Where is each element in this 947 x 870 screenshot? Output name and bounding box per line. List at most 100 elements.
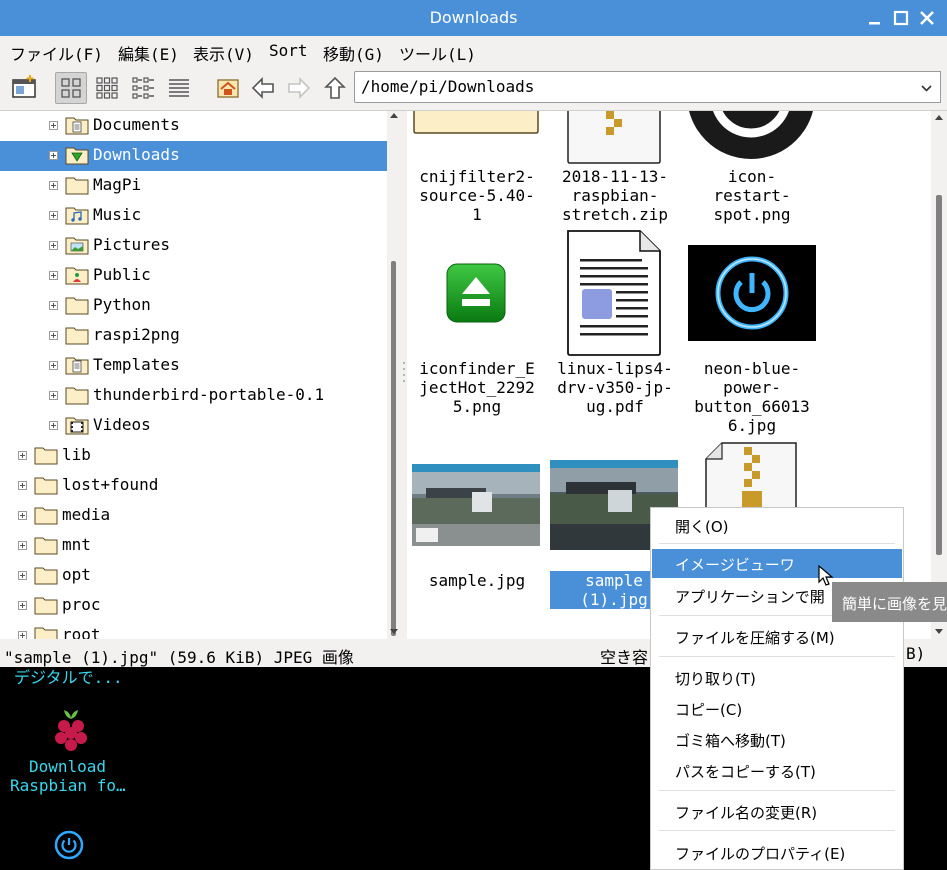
tree-item-raspi2png[interactable]: raspi2png: [0, 321, 387, 351]
menu-item-rename[interactable]: ファイル名の変更(R): [652, 797, 902, 826]
public-folder-icon: [65, 265, 89, 285]
file-label[interactable]: sample.jpg: [407, 571, 547, 590]
expand-toggle-icon[interactable]: [49, 391, 58, 400]
power-button-image-icon[interactable]: [688, 245, 816, 341]
expand-toggle-icon[interactable]: [49, 151, 58, 160]
tree-item-label: Public: [93, 265, 151, 284]
expand-toggle-icon[interactable]: [49, 121, 58, 130]
folder-icon: [65, 175, 89, 195]
forward-arrow-icon[interactable]: [283, 72, 315, 104]
menu-go[interactable]: 移動(G): [323, 41, 384, 65]
menu-edit[interactable]: 編集(E): [118, 41, 179, 65]
tree-item-label: lib: [62, 445, 91, 464]
restart-image-icon[interactable]: [687, 111, 815, 165]
thumbnail-view-icon[interactable]: [91, 72, 123, 104]
expand-toggle-icon[interactable]: [18, 511, 27, 520]
menu-file[interactable]: ファイル(F): [10, 41, 103, 65]
close-icon[interactable]: [918, 9, 936, 27]
power-icon[interactable]: [54, 830, 84, 860]
zip-archive-icon[interactable]: [566, 111, 662, 165]
eject-image-icon[interactable]: [446, 263, 506, 325]
tree-item-public[interactable]: Public: [0, 261, 387, 291]
grid-scrollbar[interactable]: [931, 111, 947, 639]
tree-item-music[interactable]: Music: [0, 201, 387, 231]
tree-item-opt[interactable]: opt: [0, 561, 387, 591]
menu-item-properties[interactable]: ファイルのプロパティ(E): [652, 838, 902, 867]
menu-item-cut[interactable]: 切り取り(T): [652, 663, 902, 692]
file-label[interactable]: linux-lips4- drv-v350-jp- ug.pdf: [545, 359, 685, 416]
tree-item-python[interactable]: Python: [0, 291, 387, 321]
list-view-icon[interactable]: [163, 72, 195, 104]
home-icon[interactable]: [212, 72, 244, 104]
tree-item-pictures[interactable]: Pictures: [0, 231, 387, 261]
tree-item-thunderbird-portable-0-1[interactable]: thunderbird-portable-0.1: [0, 381, 387, 411]
file-label[interactable]: icon- restart- spot.png: [682, 167, 822, 224]
tree-item-media[interactable]: media: [0, 501, 387, 531]
icon-view-icon[interactable]: [55, 72, 87, 104]
tree-item-mnt[interactable]: mnt: [0, 531, 387, 561]
pdf-document-icon[interactable]: [566, 229, 662, 357]
menu-item-compress[interactable]: ファイルを圧縮する(M): [652, 622, 902, 651]
folder-icon[interactable]: [412, 111, 540, 155]
desktop-raspbian-label-2: Raspbian fo…: [10, 776, 126, 795]
folder-icon: [34, 595, 58, 615]
expand-toggle-icon[interactable]: [18, 541, 27, 550]
file-label[interactable]: 2018-11-13- raspbian- stretch.zip: [545, 167, 685, 224]
directory-tree[interactable]: Documents Downloads MagPi Music Pictures Publ…: [0, 111, 387, 639]
tree-item-label: Documents: [93, 115, 180, 134]
file-label[interactable]: cnijfilter2- source-5.40- 1: [407, 167, 547, 224]
folder-icon: [65, 385, 89, 405]
file-label[interactable]: iconfinder_E jectHot_2292 5.png: [407, 359, 547, 416]
tree-item-templates[interactable]: Templates: [0, 351, 387, 381]
expand-toggle-icon[interactable]: [49, 301, 58, 310]
expand-toggle-icon[interactable]: [49, 181, 58, 190]
menu-item-open[interactable]: 開く(O): [652, 511, 902, 540]
tree-item-proc[interactable]: proc: [0, 591, 387, 621]
expand-toggle-icon[interactable]: [49, 271, 58, 280]
menu-item-copy-path[interactable]: パスをコピーする(T): [652, 756, 902, 785]
expand-toggle-icon[interactable]: [49, 331, 58, 340]
menu-item-image-viewer[interactable]: イメージビューワ: [652, 549, 902, 578]
title-bar[interactable]: Downloads: [0, 0, 947, 36]
tree-item-magpi[interactable]: MagPi: [0, 171, 387, 201]
menu-item-trash[interactable]: ゴミ箱へ移動(T): [652, 725, 902, 754]
tree-item-videos[interactable]: Videos: [0, 411, 387, 441]
expand-toggle-icon[interactable]: [18, 451, 27, 460]
expand-toggle-icon[interactable]: [49, 241, 58, 250]
minimize-icon[interactable]: [866, 9, 884, 27]
raspberry-pi-icon[interactable]: [50, 706, 92, 754]
path-bar[interactable]: [354, 71, 914, 103]
menu-item-copy[interactable]: コピー(C): [652, 694, 902, 723]
tree-item-label: lost+found: [62, 475, 159, 494]
menu-sort[interactable]: Sort: [269, 41, 308, 60]
expand-toggle-icon[interactable]: [18, 631, 27, 639]
photo-thumbnail-icon[interactable]: [412, 464, 540, 546]
new-window-icon[interactable]: [8, 72, 40, 104]
expand-toggle-icon[interactable]: [49, 211, 58, 220]
tree-scrollbar[interactable]: [387, 111, 401, 639]
menu-tools[interactable]: ツール(L): [399, 41, 476, 65]
tree-item-lost-found[interactable]: lost+found: [0, 471, 387, 501]
expand-toggle-icon[interactable]: [18, 571, 27, 580]
expand-toggle-icon[interactable]: [18, 601, 27, 610]
tree-item-downloads[interactable]: Downloads: [0, 141, 387, 171]
status-free-space: 空き容: [600, 648, 649, 667]
folder-icon: [65, 295, 89, 315]
expand-toggle-icon[interactable]: [18, 481, 27, 490]
folder-icon: [34, 445, 58, 465]
folder-icon: [34, 475, 58, 495]
tree-item-root[interactable]: root: [0, 621, 387, 639]
expand-toggle-icon[interactable]: [49, 361, 58, 370]
path-input[interactable]: [361, 77, 901, 96]
maximize-icon[interactable]: [892, 9, 910, 27]
compact-view-icon[interactable]: [127, 72, 159, 104]
menu-view[interactable]: 表示(V): [193, 41, 254, 65]
templates-folder-icon: [65, 355, 89, 375]
expand-toggle-icon[interactable]: [49, 421, 58, 430]
back-arrow-icon[interactable]: [247, 72, 279, 104]
tree-item-lib[interactable]: lib: [0, 441, 387, 471]
tree-item-documents[interactable]: Documents: [0, 111, 387, 141]
path-history-dropdown[interactable]: [913, 71, 941, 103]
up-arrow-icon[interactable]: [319, 72, 351, 104]
file-label[interactable]: neon-blue- power- button_66013 6.jpg: [682, 359, 822, 435]
